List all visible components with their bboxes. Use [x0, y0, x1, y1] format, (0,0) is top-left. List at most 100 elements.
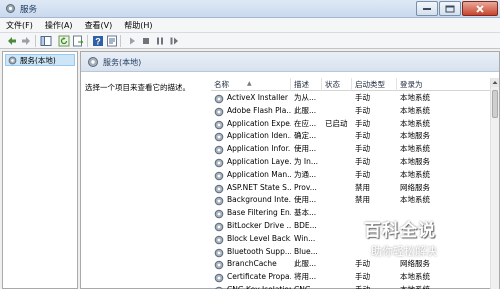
- menu-file[interactable]: 文件(F): [6, 20, 33, 31]
- menu-action[interactable]: 操作(A): [45, 20, 73, 31]
- table-row[interactable]: Certificate Propa... 将用... 手动 本地系统: [211, 271, 493, 284]
- service-status: [322, 169, 352, 182]
- tree-item-services-local[interactable]: 服务(本地): [5, 54, 75, 66]
- service-description: 确定...: [294, 131, 317, 141]
- back-arrow-icon[interactable]: [6, 35, 18, 47]
- service-description: 使用...: [294, 195, 317, 205]
- service-name: CNG Key Isolation: [211, 284, 291, 289]
- export-list-icon[interactable]: [72, 35, 84, 47]
- service-status: [322, 258, 352, 271]
- service-name: BitLocker Drive ...: [211, 220, 291, 233]
- svg-text:?: ?: [95, 36, 101, 46]
- service-status: [322, 156, 352, 169]
- service-startup-type: 手动: [355, 259, 370, 269]
- pane-title: 服务(本地): [103, 58, 142, 67]
- table-row[interactable]: Background Inte... 使用... 禁用 本地系统: [211, 194, 493, 207]
- column-header-description[interactable]: 描述: [291, 78, 322, 91]
- scroll-up-button[interactable]: [491, 78, 499, 87]
- toolbar: ?: [0, 33, 500, 49]
- gear-icon: [214, 248, 224, 257]
- table-row[interactable]: Adobe Flash Pla... 此服... 手动 本地系统: [211, 105, 493, 118]
- service-startup-type: 手动: [355, 105, 370, 115]
- minimize-icon: [423, 7, 431, 10]
- service-description: 为通...: [294, 169, 317, 179]
- scroll-up-icon: [492, 81, 498, 84]
- service-name: Application Laye...: [211, 156, 291, 169]
- service-status: [322, 220, 352, 233]
- service-name: Application Iden...: [211, 130, 291, 143]
- column-header-status[interactable]: 状态: [322, 78, 352, 91]
- service-description: CNG...: [291, 284, 322, 289]
- help-icon[interactable]: ?: [92, 35, 104, 47]
- service-description: BDE...: [294, 221, 317, 230]
- service-status: 已启动: [325, 118, 348, 128]
- service-name: Adobe Flash Pla...: [211, 105, 291, 118]
- service-log-on-as: 本地系统: [400, 169, 430, 179]
- service-name: ActiveX Installer ...: [211, 92, 291, 105]
- column-header-startup-type[interactable]: 启动类型: [352, 78, 397, 91]
- service-startup-type: 禁用: [355, 195, 370, 205]
- title-bar: 服务: [0, 0, 500, 18]
- service-name: Application Infor...: [211, 143, 291, 156]
- menu-help[interactable]: 帮助(H): [124, 20, 152, 31]
- service-description: Blue...: [294, 246, 318, 256]
- gear-icon: [214, 145, 224, 155]
- service-description: 在应...: [294, 118, 317, 128]
- gear-icon: [214, 209, 224, 219]
- scroll-thumb[interactable]: [492, 90, 498, 118]
- console-tree-icon[interactable]: [40, 35, 52, 47]
- column-headers: 名称 ▲ 描述 状态 启动类型 登录为: [211, 78, 493, 91]
- service-description: 将用...: [294, 272, 317, 282]
- services-app-icon: [6, 4, 15, 13]
- table-row[interactable]: Application Expe... 在应... 已启动 手动 本地系统: [211, 118, 493, 131]
- service-log-on-as: 网络服务: [400, 182, 430, 192]
- service-log-on-as: 本地服务: [400, 131, 430, 141]
- gear-icon: [214, 171, 224, 181]
- table-row[interactable]: Application Laye... 为 In... 手动 本地服务: [211, 156, 493, 169]
- service-log-on-as: 网络服务: [400, 259, 430, 269]
- gear-icon: [214, 235, 224, 245]
- table-row[interactable]: CNG Key IsolationCNG... 手动本地系统: [211, 284, 493, 289]
- table-row[interactable]: BranchCache 此服... 手动 网络服务: [211, 258, 493, 271]
- column-header-name[interactable]: 名称 ▲: [211, 78, 291, 91]
- vertical-scrollbar[interactable]: [490, 78, 499, 289]
- console-tree-pane: 服务(本地): [2, 51, 78, 289]
- service-name: Application Expe...: [211, 118, 291, 131]
- maximize-button[interactable]: [439, 1, 461, 16]
- service-description: 为 In...: [294, 157, 319, 166]
- gear-icon: [214, 197, 224, 206]
- service-log-on-as: 本地系统: [400, 272, 430, 282]
- sort-up-icon: ▲: [247, 80, 252, 87]
- gear-icon: [214, 120, 224, 129]
- service-name: Base Filtering En...: [211, 207, 291, 220]
- gear-icon: [214, 133, 224, 142]
- table-row[interactable]: Application Iden... 确定... 手动 本地服务: [211, 130, 493, 143]
- close-icon: [476, 4, 484, 13]
- pause-service-icon[interactable]: [154, 35, 166, 47]
- close-button[interactable]: [462, 1, 498, 16]
- watermark-title: 百科全说: [364, 221, 436, 241]
- column-header-log-on-as[interactable]: 登录为: [397, 78, 493, 91]
- restart-service-icon[interactable]: [168, 35, 180, 47]
- gear-icon: [88, 57, 98, 67]
- table-row[interactable]: ASP.NET State S... Prov... 禁用 网络服务: [211, 182, 493, 195]
- stop-service-icon[interactable]: [140, 35, 152, 47]
- table-row[interactable]: Application Man... 为通... 手动 本地系统: [211, 169, 493, 182]
- service-description: Prov...: [294, 182, 317, 192]
- service-status: [322, 194, 352, 207]
- properties-icon[interactable]: [106, 35, 118, 47]
- service-name: BranchCache: [211, 258, 291, 271]
- service-description: 为从...: [294, 93, 317, 102]
- start-service-icon[interactable]: [126, 35, 138, 47]
- table-row[interactable]: Application Infor... 使用... 手动 本地系统: [211, 143, 493, 156]
- minimize-button[interactable]: [416, 1, 438, 16]
- service-status: [322, 105, 352, 118]
- menu-view[interactable]: 查看(V): [85, 20, 113, 31]
- forward-arrow-icon[interactable]: [20, 35, 32, 47]
- tree-item-label: 服务(本地): [20, 55, 56, 65]
- refresh-icon[interactable]: [58, 35, 70, 47]
- gear-icon: [8, 56, 17, 64]
- service-log-on-as: 本地系统: [400, 118, 430, 128]
- service-name: Background Inte...: [211, 194, 291, 207]
- table-row[interactable]: ActiveX Installer ... 为从... 手动 本地系统: [211, 92, 493, 105]
